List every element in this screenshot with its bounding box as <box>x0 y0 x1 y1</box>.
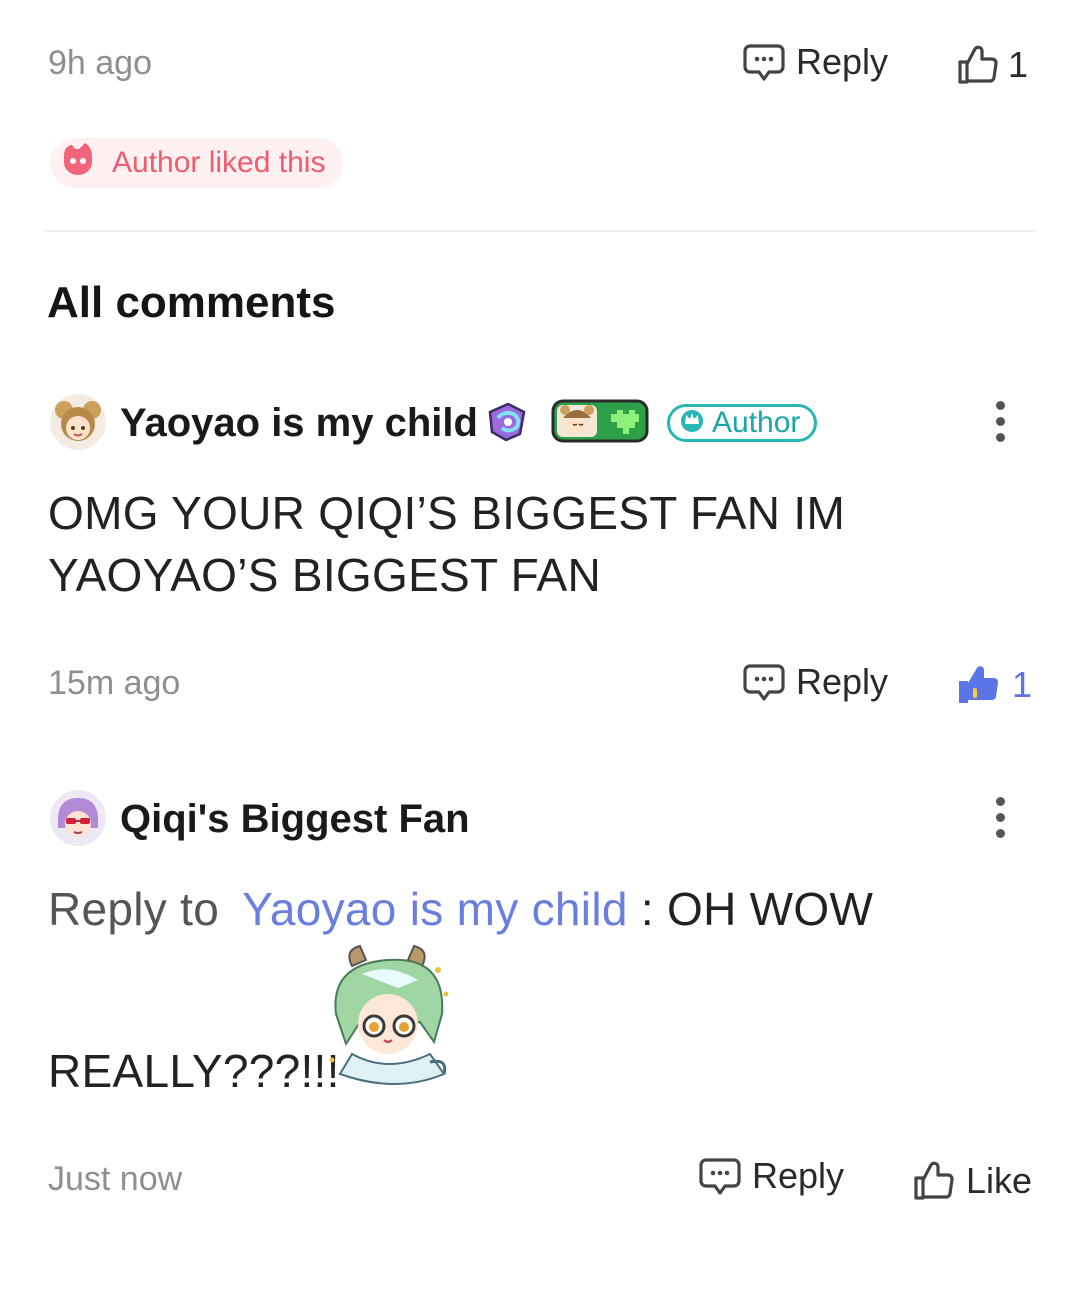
comment-username[interactable]: Qiqi's Biggest Fan <box>120 797 470 842</box>
author-liked-text: Author liked this <box>112 146 326 179</box>
avatar[interactable] <box>50 394 106 450</box>
author-badge-label: Author <box>712 406 801 439</box>
top-reply-button[interactable]: Reply <box>742 40 888 84</box>
reply-target-link[interactable]: Yaoyao is my child <box>242 883 627 935</box>
reply-button[interactable]: Reply <box>698 1154 844 1198</box>
top-like-button[interactable]: 1 <box>956 44 1028 86</box>
like-count: 1 <box>1012 664 1033 705</box>
reply-label: Reply <box>752 1155 845 1196</box>
comment-body: OMG YOUR QIQI’S BIGGEST FAN IM YAOYAO’S … <box>48 482 845 606</box>
author-liked-badge: Author liked this <box>50 138 344 188</box>
comment-line: OMG YOUR QIQI’S BIGGEST FAN IM <box>48 487 846 539</box>
comment-username[interactable]: Yaoyao is my child <box>120 401 478 446</box>
top-comment-time: 9h ago <box>48 44 152 82</box>
reply-separator: : <box>627 883 667 935</box>
reply-icon <box>742 660 786 704</box>
like-count: 1 <box>1008 44 1029 85</box>
comment-time: 15m ago <box>48 664 181 702</box>
like-button[interactable]: 1 <box>956 664 1032 706</box>
reply-icon <box>742 40 786 84</box>
thumbs-up-icon <box>912 1160 956 1202</box>
like-button[interactable]: Like <box>912 1160 1032 1202</box>
comment-body: Reply to Yaoyao is my child : OH WOW <box>48 878 873 940</box>
section-title: All comments <box>47 278 336 327</box>
author-heart-icon <box>58 139 98 187</box>
reply-icon <box>698 1154 742 1198</box>
profile-card-icon <box>551 398 649 449</box>
author-badge: Author <box>667 404 818 442</box>
comment-time: Just now <box>48 1160 183 1198</box>
thumbs-up-filled-icon <box>956 664 1002 706</box>
reply-prefix: Reply to <box>48 883 220 935</box>
more-vertical-icon[interactable] <box>996 797 1008 838</box>
divider <box>45 230 1035 232</box>
comment-line: OH WOW <box>666 883 874 935</box>
reply-label: Reply <box>796 661 889 702</box>
user-badge-icon <box>484 398 530 449</box>
crown-icon <box>678 406 706 440</box>
reply-label: Reply <box>796 41 889 82</box>
like-label: Like <box>966 1160 1033 1201</box>
comment-line: REALLY???!!! <box>48 1045 340 1097</box>
comment-line: YAOYAO’S BIGGEST FAN <box>48 549 602 601</box>
thumbs-up-icon <box>956 44 1000 86</box>
more-vertical-icon[interactable] <box>996 401 1008 442</box>
reply-button[interactable]: Reply <box>742 660 888 704</box>
sticker-image <box>322 944 462 1095</box>
avatar[interactable] <box>50 790 106 846</box>
